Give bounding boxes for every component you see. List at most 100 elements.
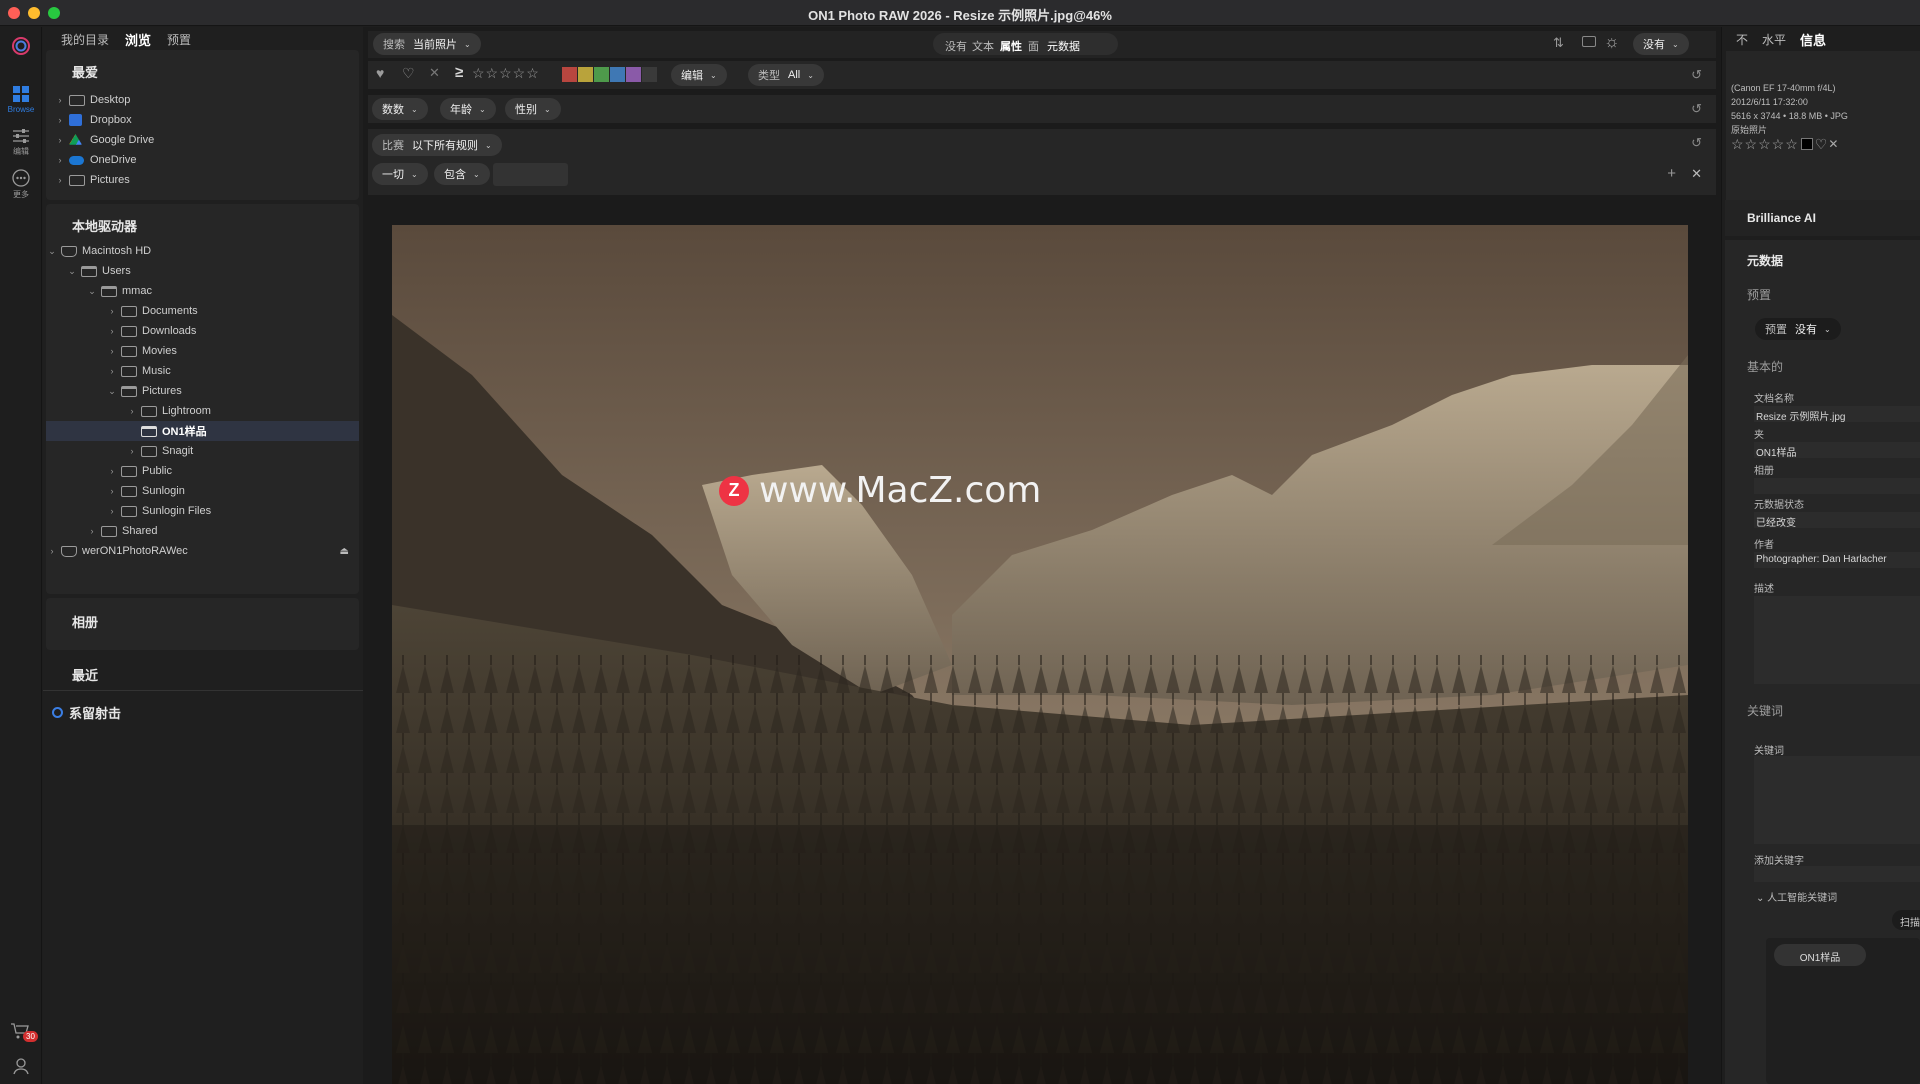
tab-level[interactable]: 水平 — [1762, 31, 1786, 48]
tab-browse[interactable]: 浏览 — [125, 30, 151, 49]
reset-icon[interactable]: ↺ — [1691, 67, 1702, 83]
count-dropdown[interactable]: 数数 ⌄ — [372, 98, 428, 120]
greater-equal-icon[interactable]: ≥ — [455, 64, 463, 81]
segment-none[interactable]: 没有 — [945, 38, 967, 54]
brightness-icon[interactable]: ☼ — [1604, 32, 1620, 52]
reset-icon[interactable]: ↺ — [1691, 101, 1702, 117]
reject-icon[interactable]: ✕ — [1828, 137, 1839, 151]
add-keyword-input[interactable] — [1754, 866, 1920, 882]
chevron-down-icon[interactable]: ⌄ — [86, 286, 98, 297]
albums-title[interactable]: 相册 — [72, 612, 98, 631]
compare-icon[interactable] — [1582, 36, 1596, 47]
scan-button[interactable]: 扫描 — [1892, 910, 1920, 930]
filename-field[interactable]: Resize 示例照片.jpg — [1754, 406, 1920, 422]
chevron-right-icon[interactable]: › — [126, 446, 138, 456]
brilliance-title[interactable]: Brilliance AI — [1747, 211, 1816, 225]
chevron-right-icon[interactable]: › — [86, 526, 98, 536]
chevron-right-icon[interactable]: › — [54, 115, 66, 125]
edit-filter-dropdown[interactable]: 编辑 ⌄ — [671, 64, 727, 86]
more-module-button[interactable]: 更多 — [0, 169, 42, 200]
tree-item[interactable]: › Music — [46, 361, 359, 381]
tree-item[interactable]: › Snagit — [46, 441, 359, 461]
color-swatch[interactable] — [610, 67, 625, 82]
chevron-right-icon[interactable]: › — [106, 366, 118, 376]
metadata-title[interactable]: 元数据 — [1747, 252, 1783, 269]
tether-section[interactable]: 系留射击 — [52, 703, 121, 722]
type-filter-dropdown[interactable]: 类型 All ⌄ — [748, 64, 824, 86]
tree-item[interactable]: › werON1PhotoRAWec ⏏ — [46, 541, 359, 561]
chevron-right-icon[interactable]: › — [54, 95, 66, 105]
tree-item[interactable]: › Documents — [46, 301, 359, 321]
heart-outline-icon[interactable]: ♡ — [402, 65, 415, 82]
segment-attributes[interactable]: 属性 — [1000, 38, 1022, 54]
account-button[interactable] — [0, 1057, 42, 1077]
chevron-right-icon[interactable]: › — [106, 486, 118, 496]
favorite-item[interactable]: › Google Drive — [46, 130, 359, 150]
local-drives-title[interactable]: 本地驱动器 — [72, 216, 137, 235]
cart-button[interactable]: 30 — [0, 1022, 42, 1042]
tree-item[interactable]: › Sunlogin — [46, 481, 359, 501]
chevron-right-icon[interactable]: › — [54, 175, 66, 185]
tree-item-selected[interactable]: ON1样品 — [46, 421, 359, 441]
color-swatch[interactable] — [562, 67, 577, 82]
favorite-item[interactable]: › Desktop — [46, 90, 359, 110]
operator-dropdown[interactable]: 包含 ⌄ — [434, 163, 490, 185]
folder-field[interactable]: ON1样品 — [1754, 442, 1920, 458]
segment-text[interactable]: 文本 — [972, 38, 994, 54]
tree-item[interactable]: ⌄ Macintosh HD — [46, 241, 359, 261]
tree-item[interactable]: › Public — [46, 461, 359, 481]
recent-title[interactable]: 最近 — [72, 665, 98, 684]
keyword-chip[interactable]: ON1样品 — [1774, 944, 1866, 966]
chevron-right-icon[interactable]: › — [126, 406, 138, 416]
metadata-preset-dropdown[interactable]: 预置 没有 ⌄ — [1755, 318, 1841, 340]
metadata-text-input[interactable] — [493, 163, 568, 186]
star-rating[interactable]: ☆☆☆☆☆ — [1731, 137, 1799, 151]
tree-item[interactable]: › Shared — [46, 521, 359, 541]
tab-catalog[interactable]: 我的目录 — [61, 31, 109, 48]
author-field[interactable]: Photographer: Dan Harlacher — [1754, 552, 1920, 568]
color-swatch[interactable] — [578, 67, 593, 82]
heart-outline-icon[interactable]: ♡ — [1815, 137, 1829, 151]
edit-module-button[interactable]: 编辑 — [0, 128, 42, 157]
album-field[interactable] — [1754, 478, 1920, 494]
ai-keywords-toggle[interactable]: ⌄ 人工智能关键词 — [1756, 889, 1837, 904]
chevron-right-icon[interactable]: › — [46, 546, 58, 556]
tree-item[interactable]: ⌄ Pictures — [46, 381, 359, 401]
star-rating-filter[interactable]: ☆☆☆☆☆ — [472, 65, 540, 82]
favorite-item[interactable]: › Pictures — [46, 170, 359, 190]
match-dropdown[interactable]: 比赛 以下所有规则 ⌄ — [372, 134, 502, 156]
color-label-swatch[interactable] — [1800, 138, 1813, 150]
chevron-right-icon[interactable]: › — [54, 135, 66, 145]
chevron-down-icon[interactable]: ⌄ — [46, 246, 58, 257]
reset-icon[interactable]: ↺ — [1691, 135, 1702, 151]
field-dropdown[interactable]: 一切 ⌄ — [372, 163, 428, 185]
favorites-title[interactable]: 最爱 — [72, 62, 98, 81]
age-dropdown[interactable]: 年龄 ⌄ — [440, 98, 496, 120]
eject-icon[interactable]: ⏏ — [340, 546, 349, 557]
chevron-right-icon[interactable]: › — [106, 306, 118, 316]
tree-item[interactable]: › Movies — [46, 341, 359, 361]
tree-item[interactable]: ⌄ Users — [46, 261, 359, 281]
chevron-right-icon[interactable]: › — [54, 155, 66, 165]
preset-dropdown[interactable]: 没有 ⌄ — [1633, 33, 1689, 55]
chevron-down-icon[interactable]: ⌄ — [106, 386, 118, 397]
description-field[interactable] — [1754, 596, 1920, 684]
color-swatch[interactable] — [642, 67, 657, 82]
tree-item[interactable]: › Downloads — [46, 321, 359, 341]
tree-item[interactable]: › Sunlogin Files — [46, 501, 359, 521]
app-logo[interactable] — [0, 37, 42, 57]
gender-dropdown[interactable]: 性别 ⌄ — [505, 98, 561, 120]
tree-item[interactable]: ⌄ mmac — [46, 281, 359, 301]
search-scope-dropdown[interactable]: 搜索 当前照片 ⌄ — [373, 33, 481, 55]
chevron-down-icon[interactable]: ⌄ — [66, 266, 78, 277]
photo-preview[interactable]: Z www.MacZ.com — [392, 225, 1688, 1084]
sort-icon[interactable]: ⇅ — [1553, 35, 1564, 51]
reject-icon[interactable]: ✕ — [429, 65, 440, 81]
tree-item[interactable]: › Lightroom — [46, 401, 359, 421]
favorite-item[interactable]: › Dropbox — [46, 110, 359, 130]
tab-none[interactable]: 不 — [1736, 31, 1748, 48]
chevron-right-icon[interactable]: › — [106, 466, 118, 476]
segment-metadata[interactable]: 元数据 — [1047, 38, 1080, 54]
tab-info[interactable]: 信息 — [1800, 30, 1826, 49]
favorite-item[interactable]: › OneDrive — [46, 150, 359, 170]
